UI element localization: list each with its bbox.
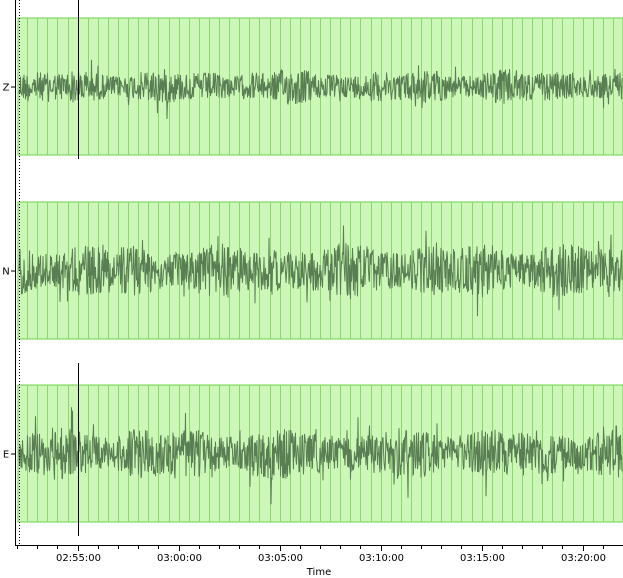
x-tick-label: 03:15:00 [460, 553, 505, 564]
x-tick-label: 03:05:00 [258, 553, 303, 564]
x-tick-label: 02:55:00 [56, 553, 101, 564]
x-tick-label: 03:00:00 [157, 553, 202, 564]
x-axis-ticks: 02:55:00 03:00:00 03:05:00 03:10:00 03:15:00… [17, 546, 606, 564]
x-tick-label: 03:10:00 [359, 553, 404, 564]
seismogram-chart: Z N E 02:55:00 03:00:00 03:05:00 03:10:00 03:1… [2, 0, 623, 578]
trace-label-z: Z [3, 83, 10, 94]
x-axis-label: Time [306, 567, 331, 578]
trace-label-e: E [3, 450, 9, 461]
trace-labels: Z N E [2, 83, 15, 461]
trace-label-n: N [2, 267, 9, 278]
x-tick-label: 03:20:00 [561, 553, 606, 564]
